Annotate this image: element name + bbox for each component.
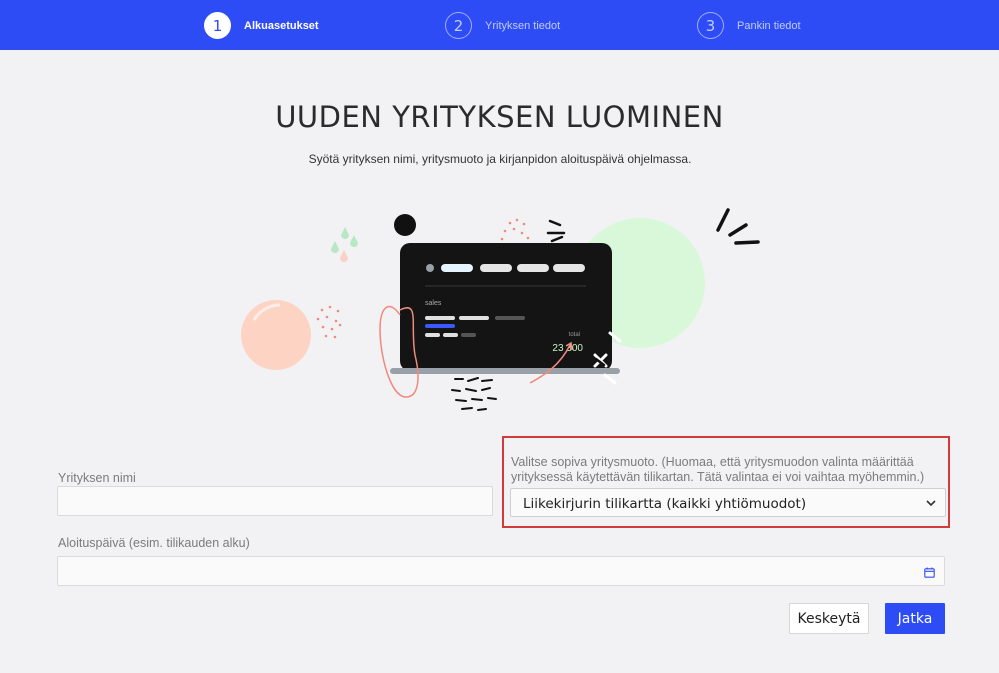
company-type-label: Valitse sopiva yritysmuoto. (Huomaa, ett… — [511, 455, 925, 484]
company-type-select[interactable]: Liikekirjurin tilikartta (kaikki yhtiömu… — [510, 488, 946, 517]
wizard-stepper: 1 Alkuasetukset 2 Yrityksen tiedot 3 Pan… — [0, 0, 999, 50]
step-1[interactable]: 1 Alkuasetukset — [204, 12, 319, 39]
cancel-button[interactable]: Keskeytä — [789, 603, 869, 634]
company-type-highlight: Valitse sopiva yritysmuoto. (Huomaa, ett… — [502, 436, 950, 528]
step-3-label: Pankin tiedot — [737, 19, 801, 32]
page-title: UUDEN YRITYKSEN LUOMINEN — [275, 100, 724, 134]
step-2-label: Yrityksen tiedot — [485, 19, 561, 32]
company-type-selected: Liikekirjurin tilikartta (kaikki yhtiömu… — [523, 496, 807, 512]
page-subtitle: Syötä yrityksen nimi, yritysmuoto ja kir… — [308, 152, 692, 166]
step-2-number: 2 — [445, 12, 472, 39]
step-3[interactable]: 3 Pankin tiedot — [697, 12, 801, 39]
company-name-input[interactable] — [57, 486, 493, 516]
chevron-down-icon — [926, 500, 936, 507]
step-1-label: Alkuasetukset — [244, 19, 319, 32]
start-date-input[interactable] — [57, 556, 945, 586]
chart-sales-label: sales — [425, 300, 442, 307]
laptop-illustration: sales total 23 300 — [241, 208, 760, 411]
step-2[interactable]: 2 Yrityksen tiedot — [445, 12, 560, 39]
continue-button[interactable]: Jatka — [885, 603, 945, 634]
start-date-label: Aloituspäivä (esim. tilikauden alku) — [58, 536, 250, 550]
step-3-number: 3 — [697, 12, 724, 39]
chart-total-label: total — [569, 332, 580, 338]
step-1-number: 1 — [204, 12, 231, 39]
company-name-label: Yrityksen nimi — [58, 471, 136, 485]
calendar-icon[interactable] — [924, 567, 935, 578]
